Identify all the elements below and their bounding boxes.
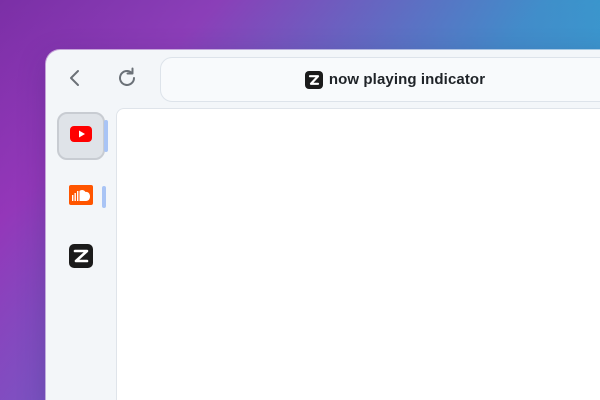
sidebar — [46, 110, 116, 400]
page-title: now playing indicator — [328, 71, 486, 88]
playing-indicator — [104, 120, 108, 152]
address-bar[interactable]: now playing indicator — [160, 57, 600, 102]
zen-logo-icon — [69, 243, 93, 273]
back-button[interactable] — [60, 65, 90, 95]
zen-logo-icon — [304, 70, 323, 89]
tab-soundcloud[interactable] — [57, 173, 105, 221]
page-content[interactable] — [116, 108, 600, 400]
youtube-icon — [70, 125, 92, 147]
browser-window: now playing indicator — [46, 50, 600, 400]
playing-indicator — [102, 186, 106, 208]
soundcloud-icon — [69, 184, 93, 210]
reload-icon — [115, 66, 139, 95]
tab-zen[interactable] — [57, 234, 105, 282]
tab-youtube[interactable] — [57, 112, 105, 160]
chevron-left-icon — [67, 69, 83, 92]
reload-button[interactable] — [112, 65, 142, 95]
toolbar: now playing indicator — [46, 50, 600, 110]
